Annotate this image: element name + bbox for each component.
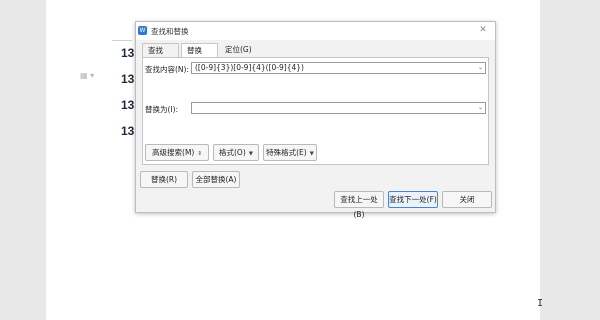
- find-previous-button[interactable]: 查找上一处(B): [334, 191, 384, 219]
- special-format-label: 特殊格式(E): [266, 148, 307, 157]
- replace-panel: 查找内容(N): ([0-9]{3})[0-9]{4}([0-9]{4}) ⌄ …: [142, 57, 489, 165]
- document-text-line[interactable]: 13: [121, 124, 134, 138]
- close-icon[interactable]: ✕: [477, 24, 489, 36]
- special-format-button[interactable]: 特殊格式(E) ▼: [263, 144, 317, 161]
- format-label: 格式(O): [219, 148, 246, 157]
- advanced-search-button[interactable]: 高级搜索(M) ⇕: [145, 144, 209, 161]
- format-button[interactable]: 格式(O) ▼: [213, 144, 259, 161]
- find-input[interactable]: ([0-9]{3})[0-9]{4}([0-9]{4}) ⌄: [191, 62, 486, 74]
- dialog-title: 查找和替换: [151, 27, 189, 36]
- double-chevron-icon: ⇕: [197, 151, 202, 157]
- find-next-button[interactable]: 查找下一处(F): [388, 191, 438, 208]
- app-logo-icon: W: [138, 26, 147, 35]
- chevron-down-icon[interactable]: ⌄: [478, 63, 483, 73]
- close-button[interactable]: 关闭: [442, 191, 492, 208]
- replace-button[interactable]: 替换(R): [140, 171, 188, 188]
- advanced-search-label: 高级搜索(M): [152, 148, 195, 157]
- page-corner-mark: [112, 40, 132, 41]
- find-input-value: ([0-9]{3})[0-9]{4}([0-9]{4}): [195, 63, 304, 72]
- tab-find[interactable]: 查找(D): [142, 43, 179, 68]
- tab-replace[interactable]: 替换(P): [181, 43, 218, 68]
- replace-all-button[interactable]: 全部替换(A): [192, 171, 240, 188]
- find-label: 查找内容(N):: [145, 65, 189, 74]
- find-replace-dialog: W 查找和替换 ✕ 查找(D) 替换(P) 定位(G) 查找内容(N): ([0…: [135, 21, 496, 219]
- chevron-down-icon: ▼: [309, 151, 314, 157]
- replace-label: 替换为(I):: [145, 105, 179, 114]
- document-text-line[interactable]: 13: [121, 72, 134, 86]
- replace-input[interactable]: ⌄: [191, 102, 486, 114]
- text-cursor-icon: I: [537, 298, 544, 309]
- document-text-line[interactable]: 13: [121, 46, 134, 60]
- chevron-down-icon[interactable]: ⌄: [478, 103, 483, 113]
- paragraph-layout-icon[interactable]: ▦ ▾: [80, 71, 96, 81]
- tab-goto[interactable]: 定位(G): [220, 43, 258, 57]
- document-text-line[interactable]: 13: [121, 98, 134, 112]
- dialog-titlebar[interactable]: W 查找和替换 ✕: [136, 22, 495, 40]
- chevron-down-icon: ▼: [248, 151, 253, 157]
